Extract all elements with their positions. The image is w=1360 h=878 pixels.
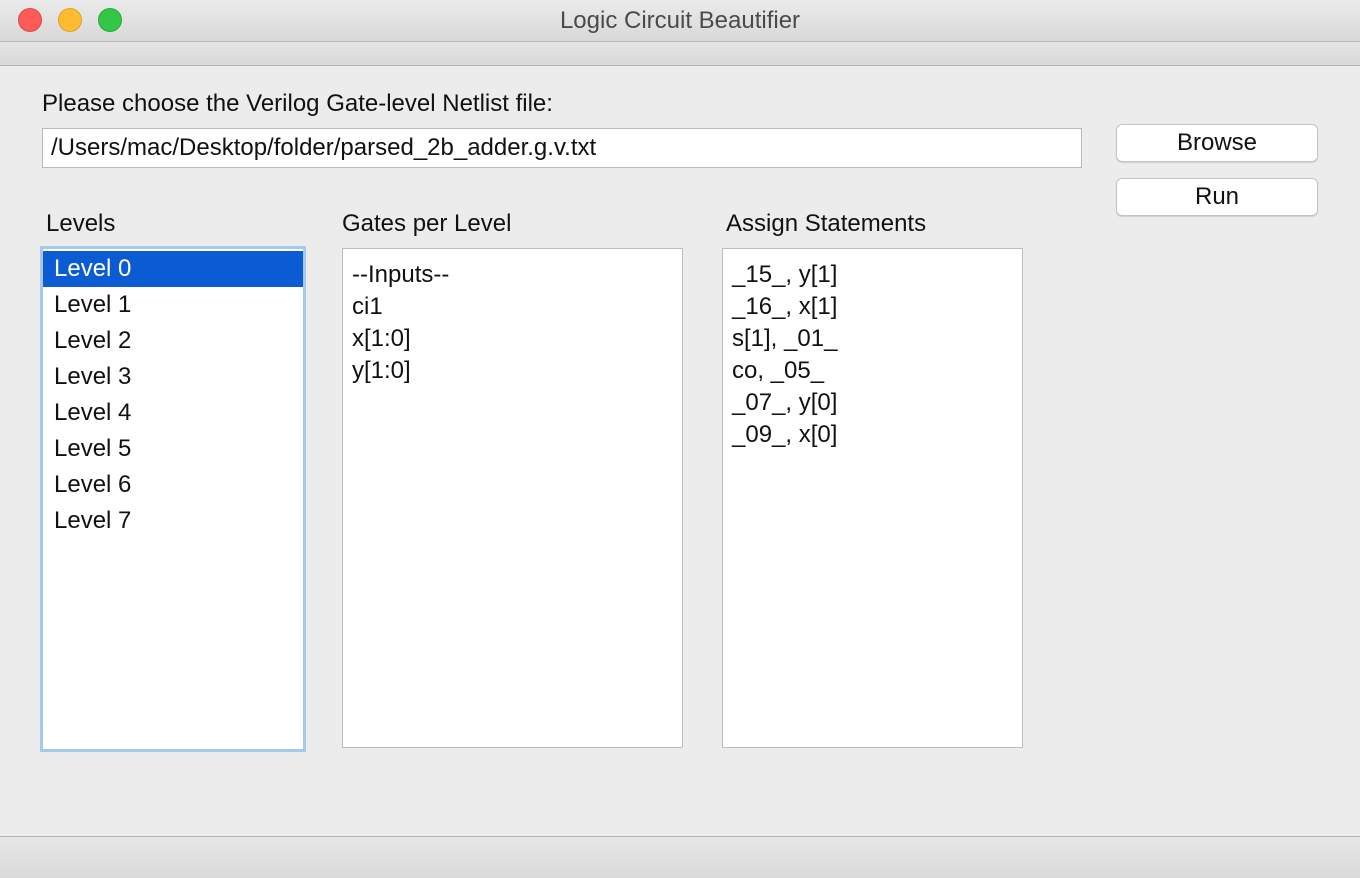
assign-statement-item[interactable]: _15_, y[1] <box>723 259 1022 291</box>
gates-per-level-label: Gates per Level <box>342 210 512 237</box>
level-list-item[interactable]: Level 6 <box>43 467 303 503</box>
assign-statement-item[interactable]: s[1], _01_ <box>723 323 1022 355</box>
title-bar[interactable]: Logic Circuit Beautifier <box>0 0 1360 42</box>
gates-per-level-list[interactable]: --Inputs-- ci1 x[1:0] y[1:0] <box>342 248 683 748</box>
level-list-item[interactable]: Level 0 <box>43 251 303 287</box>
level-list-item[interactable]: Level 4 <box>43 395 303 431</box>
level-list-item[interactable]: Level 5 <box>43 431 303 467</box>
window-title: Logic Circuit Beautifier <box>559 7 801 34</box>
levels-list[interactable]: Level 0 Level 1 Level 2 Level 3 Level 4 Level… <box>40 246 306 752</box>
assign-statement-item[interactable]: co, _05_ <box>723 355 1022 387</box>
gate-list-item[interactable]: y[1:0] <box>343 355 682 387</box>
assign-statement-item[interactable]: _07_, y[0] <box>723 387 1022 419</box>
level-list-item[interactable]: Level 3 <box>43 359 303 395</box>
level-list-item[interactable]: Level 7 <box>43 503 303 539</box>
browse-button[interactable]: Browse <box>1116 124 1318 162</box>
app-window: Logic Circuit Beautifier Please choose t… <box>0 0 1360 878</box>
gate-list-item[interactable]: --Inputs-- <box>343 259 682 291</box>
assign-statements-label: Assign Statements <box>726 210 927 237</box>
assign-statement-item[interactable]: _09_, x[0] <box>723 419 1022 451</box>
bottom-bar <box>0 836 1360 878</box>
assign-statements-list[interactable]: _15_, y[1] _16_, x[1] s[1], _01_ co, _05_ _0… <box>722 248 1023 748</box>
assign-statement-item[interactable]: _16_, x[1] <box>723 291 1022 323</box>
run-button[interactable]: Run <box>1116 178 1318 216</box>
gate-list-item[interactable]: x[1:0] <box>343 323 682 355</box>
levels-label: Levels <box>46 210 116 237</box>
file-prompt-label: Please choose the Verilog Gate-level Net… <box>42 90 553 117</box>
gate-list-item[interactable]: ci1 <box>343 291 682 323</box>
level-list-item[interactable]: Level 1 <box>43 287 303 323</box>
file-path-input[interactable] <box>42 128 1082 168</box>
toolbar-strip <box>0 42 1360 66</box>
level-list-item[interactable]: Level 2 <box>43 323 303 359</box>
